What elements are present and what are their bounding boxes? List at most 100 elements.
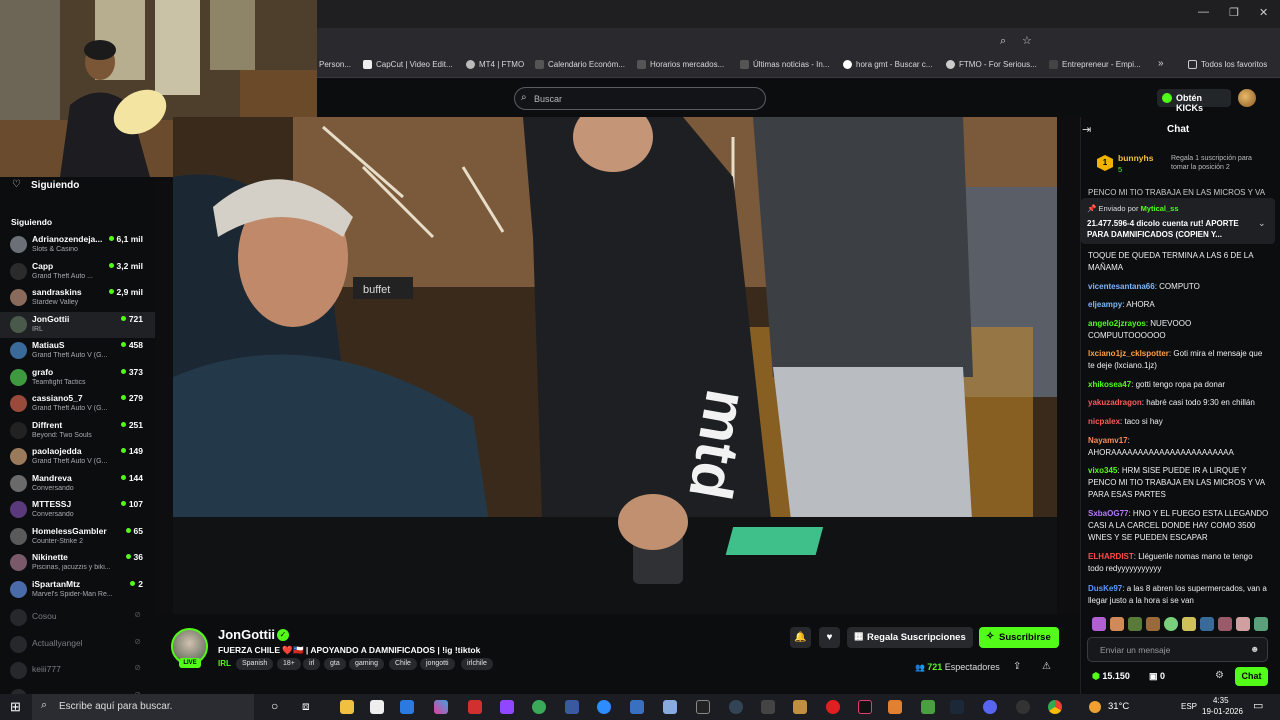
weather-temp[interactable]: 31°C <box>1108 701 1129 712</box>
chat-username[interactable]: DusKe97 <box>1088 584 1122 593</box>
app-icon[interactable] <box>630 700 644 714</box>
expand-icon[interactable]: ⌄ <box>1258 218 1266 229</box>
clock-time[interactable]: 4:35 <box>1213 696 1229 705</box>
opera-icon[interactable] <box>826 700 840 714</box>
sidebar-item-channel[interactable]: Diffrent Beyond: Two Souls 251 <box>0 418 155 444</box>
bookmark-item[interactable]: CapCut | Video Edit... <box>363 60 453 69</box>
chat-username[interactable]: lxciano1jz_cklspotter <box>1088 349 1169 358</box>
sidebar-item-channel[interactable]: MatiauS Grand Theft Auto V (G... 458 <box>0 338 155 364</box>
tiktok-icon[interactable] <box>858 700 872 714</box>
copilot-icon[interactable] <box>434 700 448 714</box>
sidebar-item-channel[interactable]: Capp Grand Theft Auto ... 3,2 mil <box>0 259 155 285</box>
heart-follow-button[interactable]: ♥ <box>819 627 840 648</box>
report-icon[interactable]: ⚠ <box>1042 661 1051 672</box>
notepad-icon[interactable] <box>370 700 384 714</box>
zoom-icon[interactable]: ⌕ <box>1000 35 1006 48</box>
app-icon[interactable] <box>888 700 902 714</box>
emote-icon[interactable] <box>1128 617 1142 631</box>
chat-username[interactable]: Nayamv17 <box>1088 436 1128 445</box>
bell-icon[interactable]: 🔔 <box>790 627 811 648</box>
kicks-balance[interactable]: ▣ 0 <box>1149 671 1165 682</box>
sidebar-item-offline-channel[interactable]: Cosou ⊘ <box>0 605 155 631</box>
app-icon[interactable] <box>468 700 482 714</box>
sidebar-item-channel[interactable]: iSpartanMtz Marvel's Spider-Man Re... 2 <box>0 577 155 603</box>
app-icon[interactable] <box>1016 700 1030 714</box>
app-icon[interactable] <box>565 700 579 714</box>
sidebar-item-channel[interactable]: grafo Teamfight Tactics 373 <box>0 365 155 391</box>
task-view-icon[interactable]: ⧈ <box>302 699 310 714</box>
app-icon[interactable] <box>532 700 546 714</box>
windows-start-icon[interactable]: ⊞ <box>10 699 21 715</box>
sidebar-item-channel[interactable]: Nikinette Piscinas, jacuzzis y biki... 36 <box>0 550 155 576</box>
sidebar-item-channel[interactable]: JonGottii IRL 721 <box>0 311 155 338</box>
chrome-icon[interactable] <box>1048 700 1062 714</box>
collapse-chat-icon[interactable]: ⇥ <box>1082 123 1091 136</box>
discord-icon[interactable] <box>983 700 997 714</box>
app-icon[interactable] <box>793 700 807 714</box>
store-icon[interactable] <box>400 700 414 714</box>
maximize-icon[interactable]: ❐ <box>1229 6 1239 19</box>
stream-category[interactable]: IRL <box>218 659 231 668</box>
steam-icon[interactable] <box>950 700 964 714</box>
chat-username[interactable]: eljeampy <box>1088 300 1122 309</box>
cortana-icon[interactable]: ○ <box>271 699 278 713</box>
bookmark-item[interactable]: Calendario Económ... <box>535 60 625 69</box>
search-input[interactable]: ⌕ Buscar <box>514 87 766 110</box>
emote-icon[interactable] <box>1092 617 1106 631</box>
chat-input[interactable]: Enviar un mensaje ☻ <box>1087 637 1268 662</box>
language-indicator[interactable]: ESP <box>1181 702 1197 711</box>
channel-name[interactable]: JonGottii <box>218 627 275 642</box>
top-gifter-name[interactable]: bunnyhs <box>1118 153 1153 163</box>
sidebar-item-channel[interactable]: Adrianozendeja... Slots & Casino 6,1 mil <box>0 232 155 258</box>
emote-icon[interactable] <box>1236 617 1250 631</box>
chat-username[interactable]: SxbaOG77 <box>1088 509 1128 518</box>
share-icon[interactable]: ⇪ <box>1013 661 1021 672</box>
file-explorer-icon[interactable] <box>340 700 354 714</box>
minimize-icon[interactable]: — <box>1198 6 1209 18</box>
get-kicks-button[interactable]: Obtén KICKs <box>1157 89 1231 113</box>
bookmark-item[interactable]: hora gmt - Buscar c... <box>843 60 932 69</box>
emote-icon[interactable] <box>1200 617 1214 631</box>
chat-username[interactable]: vicentesantana66 <box>1088 282 1155 291</box>
emoji-icon[interactable]: ☻ <box>1250 644 1259 654</box>
zoom-app-icon[interactable] <box>597 700 611 714</box>
minecraft-icon[interactable] <box>921 700 935 714</box>
gift-subs-button[interactable]: ▦ Regala Suscripciones <box>847 627 973 648</box>
app-icon[interactable] <box>663 700 677 714</box>
stream-tag[interactable]: gaming <box>349 658 384 670</box>
settings-app-icon[interactable] <box>761 700 775 714</box>
sidebar-item-offline-channel[interactable]: Actuallyangel ⊘ <box>0 632 155 658</box>
star-icon[interactable]: ☆ <box>1022 34 1032 47</box>
sidebar-item-channel[interactable]: paolaojedda Grand Theft Auto V (G... 149 <box>0 444 155 470</box>
notifications-icon[interactable]: ▭ <box>1253 699 1263 712</box>
emote-icon[interactable] <box>1182 617 1196 631</box>
chat-username[interactable]: angelo2jzrayos <box>1088 319 1146 328</box>
sidebar-item-channel[interactable]: sandraskins Stardew Valley 2,9 mil <box>0 285 155 311</box>
bookmark-item[interactable]: Person... <box>319 60 351 69</box>
bookmark-item[interactable]: Últimas noticias - In... <box>740 60 829 69</box>
video-player[interactable]: buffet mtd <box>173 117 1057 614</box>
emote-icon[interactable] <box>1218 617 1232 631</box>
settings-icon[interactable]: ⚙ <box>1215 670 1224 681</box>
twitch-icon[interactable] <box>500 700 514 714</box>
emote-icon[interactable] <box>1254 617 1268 631</box>
bookmark-item[interactable]: MT4 | FTMO <box>466 60 524 69</box>
bookmarks-overflow-button[interactable]: » <box>1158 58 1164 69</box>
emote-icon[interactable] <box>1110 617 1124 631</box>
clock-date[interactable]: 19-01-2026 <box>1202 707 1243 716</box>
sidebar-item-channel[interactable]: MTTESSJ Conversando 107 <box>0 497 155 523</box>
sidebar-item-offline-channel[interactable]: keiii777 ⊘ <box>0 658 155 684</box>
all-bookmarks-folder[interactable]: Todos los favoritos <box>1188 60 1267 69</box>
taskbar-search-input[interactable]: ⌕ Escribe aquí para buscar. <box>32 694 254 720</box>
emote-icon[interactable] <box>1164 617 1178 631</box>
capcut-icon[interactable] <box>696 700 710 714</box>
send-chat-button[interactable]: Chat <box>1235 667 1268 686</box>
close-icon[interactable]: ✕ <box>1259 6 1268 19</box>
chat-username[interactable]: ELHARDIST <box>1088 552 1134 561</box>
stream-tag[interactable]: gta <box>324 658 346 670</box>
chat-username[interactable]: xhikosea47 <box>1088 380 1131 389</box>
weather-icon[interactable] <box>1089 701 1101 713</box>
user-avatar[interactable] <box>1238 89 1256 107</box>
stream-tag[interactable]: 18+ <box>277 658 301 670</box>
stream-tag[interactable]: Chile <box>389 658 417 670</box>
